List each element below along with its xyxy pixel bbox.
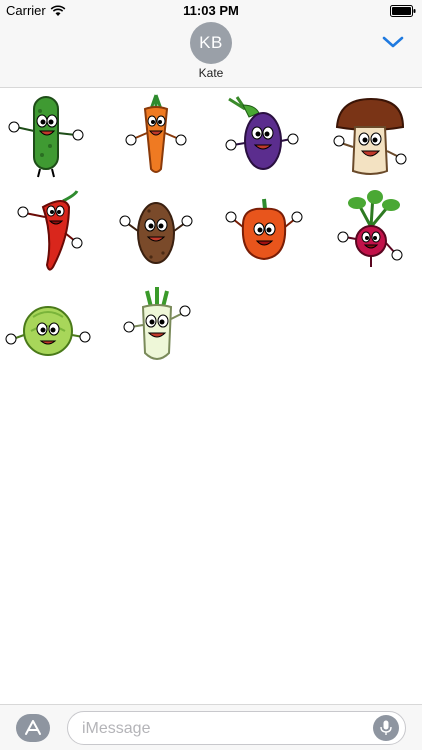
potato-sticker[interactable] — [106, 184, 206, 280]
app-store-icon — [25, 720, 41, 735]
clock: 11:03 PM — [183, 3, 239, 18]
app-store-button[interactable] — [16, 714, 50, 742]
conversation-header: KB Kate — [0, 22, 422, 88]
message-composer: iMessage — [0, 704, 422, 750]
imessage-placeholder: iMessage — [82, 720, 151, 737]
microphone-button[interactable] — [373, 715, 399, 741]
avatar[interactable]: KB — [190, 22, 232, 64]
bell-pepper-sticker[interactable] — [214, 184, 314, 280]
imessage-input[interactable]: iMessage — [67, 711, 406, 745]
eggplant-sticker[interactable] — [210, 88, 310, 184]
mushroom-sticker[interactable] — [318, 88, 418, 184]
status-bar: Carrier 11:03 PM — [0, 0, 422, 22]
carrot-sticker[interactable] — [106, 88, 206, 184]
chevron-down-icon[interactable] — [382, 35, 404, 49]
radish-sticker[interactable] — [320, 184, 420, 280]
chili-pepper-sticker[interactable] — [0, 184, 98, 280]
battery-icon — [390, 5, 416, 17]
contact-name[interactable]: Kate — [0, 66, 422, 80]
daikon-sticker[interactable] — [106, 280, 206, 376]
microphone-icon — [380, 720, 392, 735]
cucumber-sticker[interactable] — [0, 88, 97, 184]
cabbage-sticker[interactable] — [0, 280, 98, 376]
